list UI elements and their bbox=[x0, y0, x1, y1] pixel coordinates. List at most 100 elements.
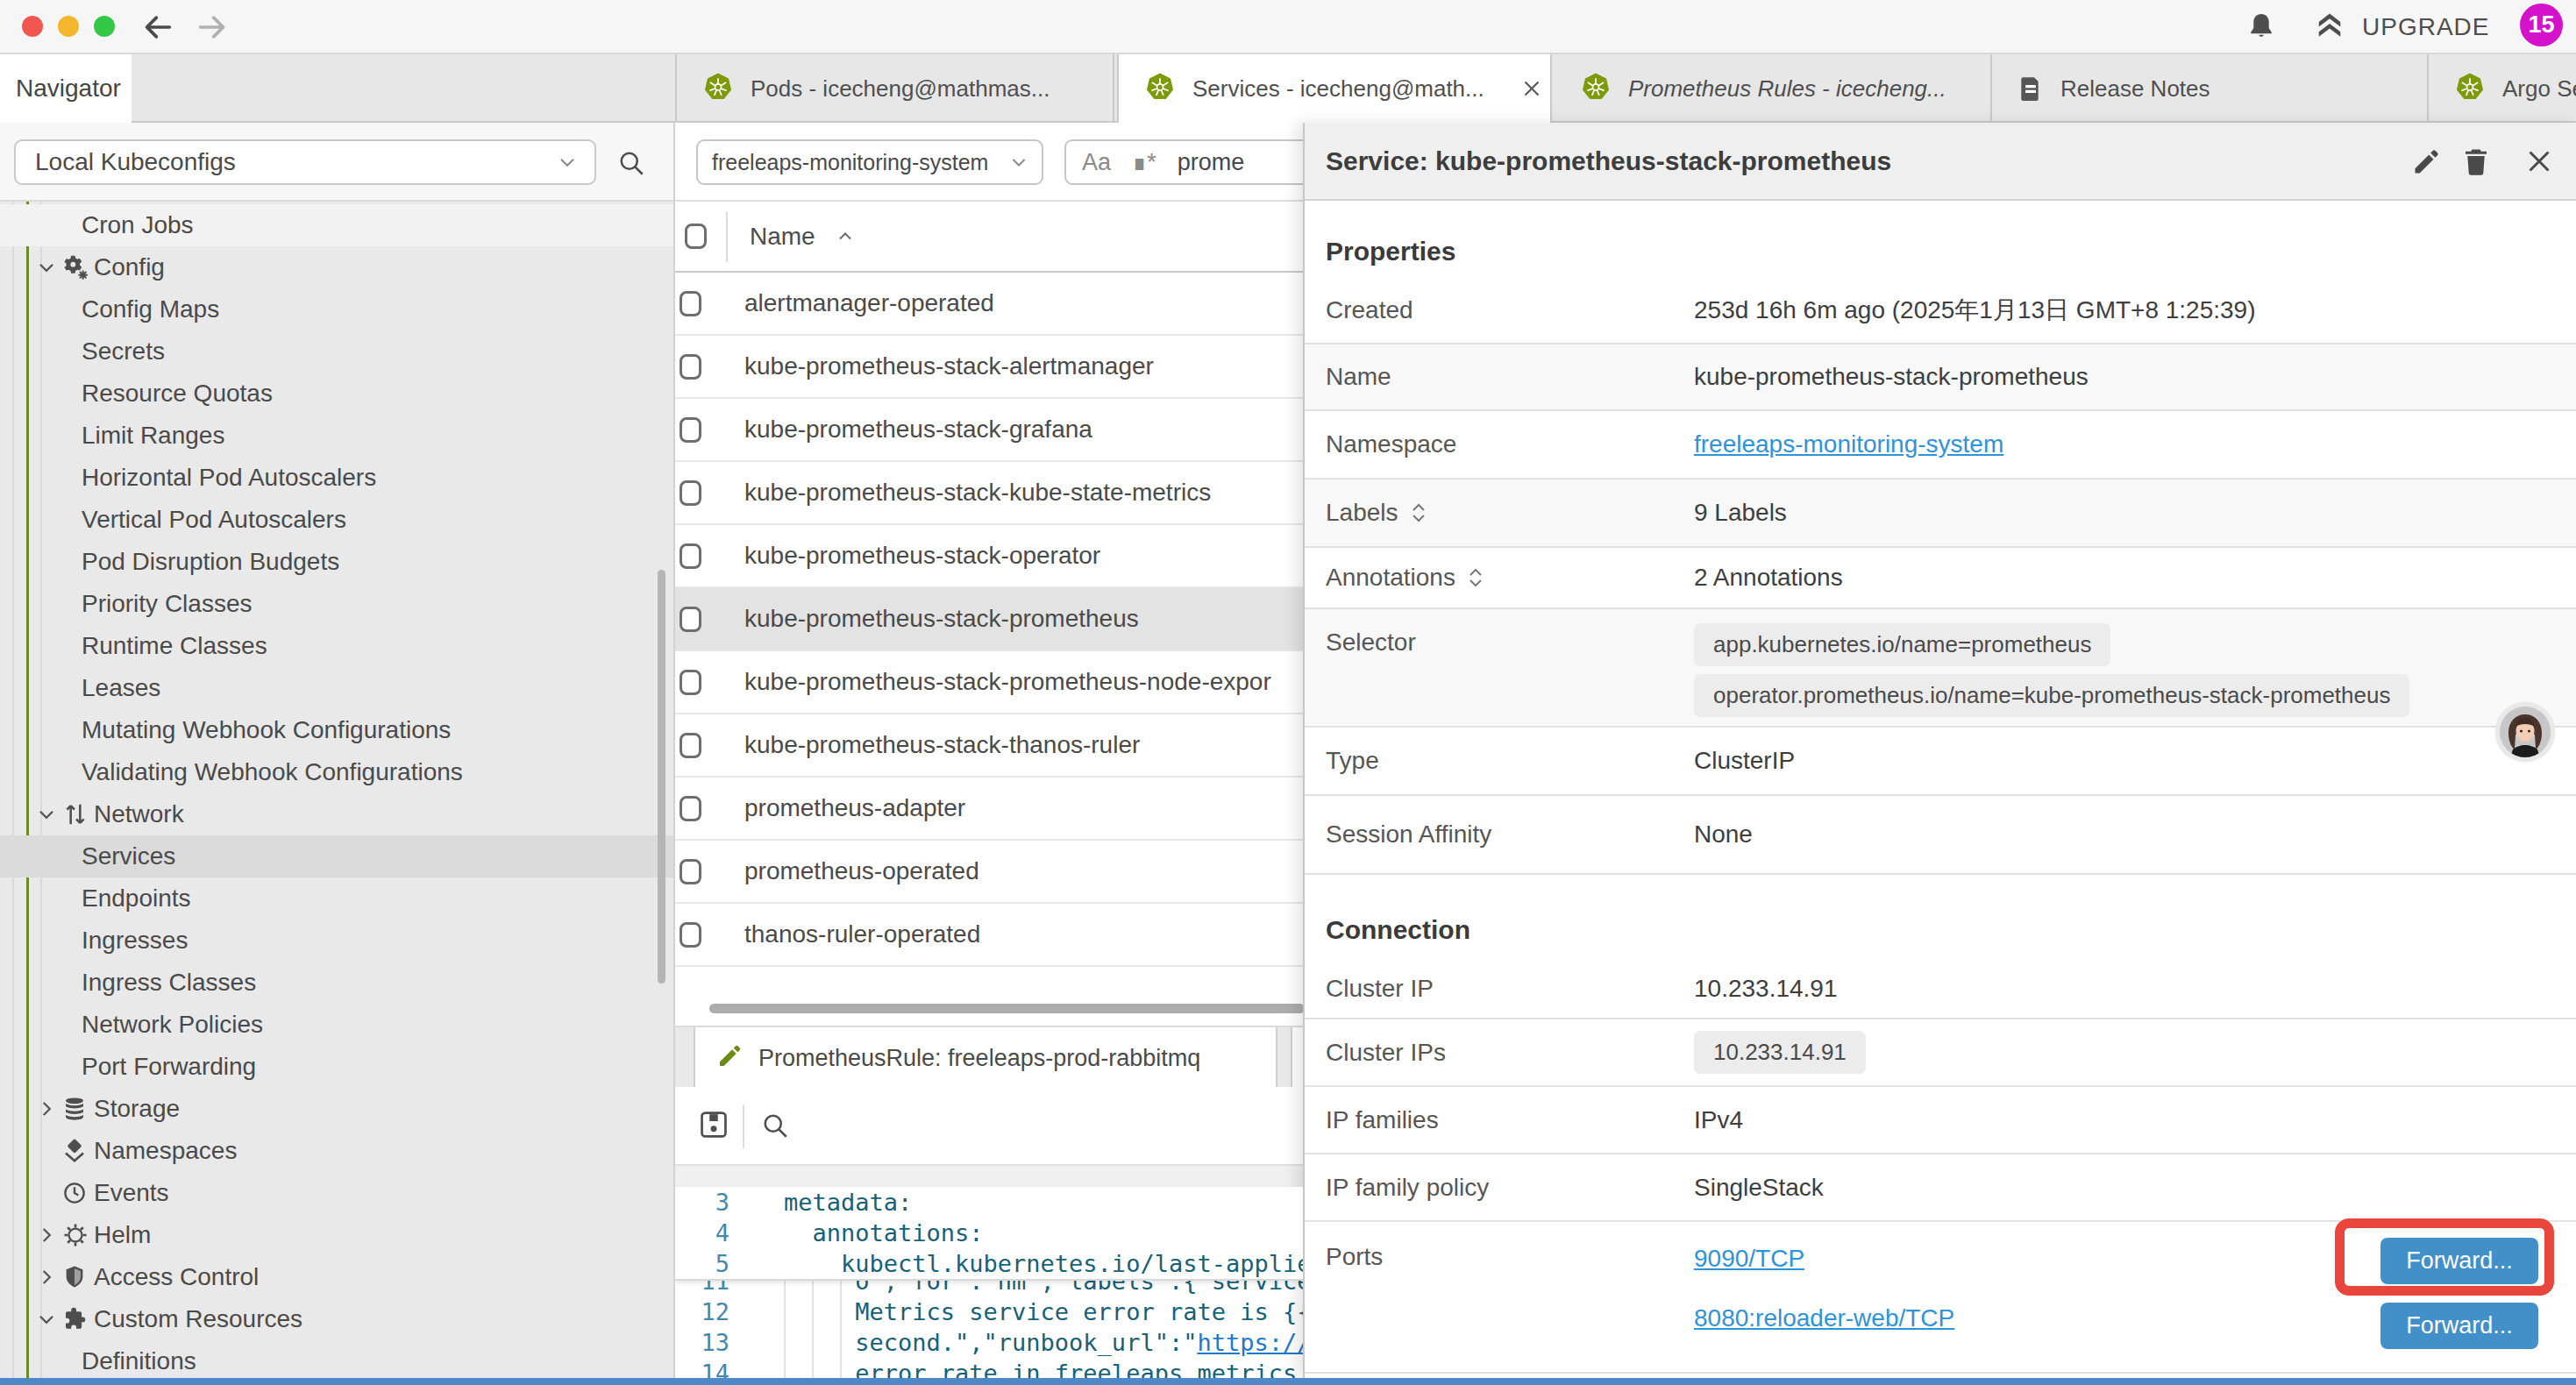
column-name[interactable]: Name bbox=[750, 223, 856, 251]
select-all-checkbox[interactable] bbox=[685, 224, 707, 249]
sidebar-item-custom-resources[interactable]: Custom Resources bbox=[0, 1298, 673, 1340]
port-9090-link[interactable]: 9090/TCP bbox=[1694, 1245, 1804, 1273]
tab-prometheus-rules[interactable]: Prometheus Rules - icecheng... bbox=[1555, 54, 1992, 123]
avatar[interactable] bbox=[2494, 701, 2556, 766]
sidebar-item-pod-disruption-budgets[interactable]: Pod Disruption Budgets bbox=[0, 541, 673, 583]
editor-search-icon[interactable] bbox=[759, 1110, 791, 1145]
chevron-right-icon[interactable] bbox=[35, 1266, 61, 1289]
sidebar-item-ingresses[interactable]: Ingresses bbox=[0, 920, 673, 962]
row-checkbox[interactable] bbox=[680, 543, 701, 569]
table-row[interactable]: thanos-ruler-operated bbox=[675, 904, 1303, 967]
sidebar-item-namespaces[interactable]: Namespaces bbox=[0, 1130, 673, 1172]
row-checkbox[interactable] bbox=[680, 733, 701, 758]
editor-tab-prometheusrule[interactable]: PrometheusRule: freeleaps-prod-rabbitmq bbox=[694, 1027, 1277, 1089]
row-checkbox[interactable] bbox=[680, 922, 701, 948]
sidebar-item-storage[interactable]: Storage bbox=[0, 1088, 673, 1130]
navigator-panel-tab[interactable]: Navigator bbox=[0, 54, 132, 123]
forward-button-8080[interactable]: Forward... bbox=[2380, 1303, 2538, 1349]
sidebar-item-port-forwarding[interactable]: Port Forwarding bbox=[0, 1046, 673, 1088]
sidebar-item-endpoints[interactable]: Endpoints bbox=[0, 877, 673, 920]
code-line: 5 kubectl.kubernetes.io/last-applied-co bbox=[675, 1248, 1303, 1279]
sidebar-item-priority-classes[interactable]: Priority Classes bbox=[0, 583, 673, 625]
save-icon[interactable] bbox=[697, 1106, 730, 1147]
table-row[interactable]: prometheus-adapter bbox=[675, 778, 1303, 841]
search-icon[interactable] bbox=[616, 147, 647, 182]
sidebar-item-resource-quotas[interactable]: Resource Quotas bbox=[0, 373, 673, 415]
sidebar-item-helm[interactable]: Helm bbox=[0, 1214, 673, 1256]
sidebar-item-events[interactable]: Events bbox=[0, 1172, 673, 1214]
table-search-input[interactable]: Aa ∎* prome bbox=[1064, 139, 1303, 185]
row-ip-family-policy: IP family policy SingleStack bbox=[1305, 1154, 2576, 1222]
namespace-link[interactable]: freeleaps-monitoring-system bbox=[1694, 430, 2003, 458]
sidebar-item-limit-ranges[interactable]: Limit Ranges bbox=[0, 415, 673, 457]
tab-argo[interactable]: Argo Se bbox=[2429, 54, 2576, 123]
minimize-window-button[interactable] bbox=[58, 16, 79, 37]
chevron-down-icon[interactable] bbox=[35, 256, 61, 279]
tab-pods[interactable]: Pods - icecheng@mathmas... bbox=[675, 54, 1114, 123]
back-icon[interactable] bbox=[140, 10, 175, 45]
edit-icon[interactable] bbox=[2411, 146, 2443, 183]
chevron-right-icon[interactable] bbox=[35, 1224, 61, 1246]
horizontal-scrollbar[interactable] bbox=[709, 1004, 1303, 1013]
row-checkbox[interactable] bbox=[680, 480, 701, 506]
sidebar-item-cron-jobs[interactable]: Cron Jobs bbox=[0, 204, 673, 246]
table-row[interactable]: kube-prometheus-stack-alertmanager bbox=[675, 336, 1303, 399]
sidebar-item-config-maps[interactable]: Config Maps bbox=[0, 288, 673, 330]
maximize-window-button[interactable] bbox=[94, 16, 115, 37]
notifications-bell-icon[interactable] bbox=[2245, 11, 2278, 47]
close-window-button[interactable] bbox=[22, 16, 43, 37]
tab-release-notes[interactable]: Release Notes bbox=[1992, 54, 2429, 123]
port-8080-link[interactable]: 8080:reloader-web/TCP bbox=[1694, 1304, 1954, 1332]
match-case-icon[interactable]: Aa bbox=[1082, 149, 1111, 176]
table-row[interactable]: prometheus-operated bbox=[675, 841, 1303, 904]
row-checkbox[interactable] bbox=[680, 417, 701, 443]
sidebar-item-config[interactable]: Config bbox=[0, 246, 673, 288]
sidebar-item-vertical-pod-autoscalers[interactable]: Vertical Pod Autoscalers bbox=[0, 499, 673, 541]
sidebar-item-mutating-webhook-configurations[interactable]: Mutating Webhook Configurations bbox=[0, 709, 673, 751]
chevron-down-icon[interactable] bbox=[35, 1308, 61, 1331]
table-row[interactable]: kube-prometheus-stack-prometheus-node-ex… bbox=[675, 651, 1303, 714]
table-row[interactable]: kube-prometheus-stack-kube-state-metrics bbox=[675, 462, 1303, 525]
upgrade-label[interactable]: UPGRADE bbox=[2362, 13, 2489, 41]
sidebar-item-services[interactable]: Services bbox=[0, 835, 673, 877]
sidebar-item-runtime-classes[interactable]: Runtime Classes bbox=[0, 625, 673, 667]
regex-icon[interactable]: ∎* bbox=[1132, 148, 1156, 176]
chevron-down-icon[interactable] bbox=[35, 803, 61, 826]
editor-tab-partial[interactable] bbox=[1291, 1027, 1303, 1089]
delete-icon[interactable] bbox=[2460, 146, 2492, 183]
sidebar-item-leases[interactable]: Leases bbox=[0, 667, 673, 709]
sidebar-item-horizontal-pod-autoscalers[interactable]: Horizontal Pod Autoscalers bbox=[0, 457, 673, 499]
row-checkbox[interactable] bbox=[680, 670, 701, 695]
tab-services-active[interactable]: Services - icecheng@math... bbox=[1117, 54, 1552, 123]
row-checkbox[interactable] bbox=[680, 354, 701, 380]
sidebar-item-network[interactable]: Network bbox=[0, 793, 673, 835]
sidebar-scrollbar[interactable] bbox=[658, 570, 665, 984]
runbook-url-link[interactable]: https://net bbox=[1197, 1329, 1303, 1356]
expand-updown-icon[interactable] bbox=[1466, 565, 1485, 591]
namespace-select[interactable]: freeleaps-monitoring-system bbox=[696, 139, 1043, 185]
upgrade-icon[interactable] bbox=[2311, 9, 2348, 49]
expand-updown-icon[interactable] bbox=[1409, 500, 1428, 526]
kubeconfig-select[interactable]: Local Kubeconfigs bbox=[14, 139, 596, 185]
close-tab-icon[interactable] bbox=[1519, 75, 1550, 102]
table-row[interactable]: kube-prometheus-stack-grafana bbox=[675, 399, 1303, 462]
yaml-editor[interactable]: 11 o","for":"nm","labels":{"service":"f … bbox=[675, 1187, 1303, 1378]
forward-icon[interactable] bbox=[195, 10, 230, 45]
sidebar-item-secrets[interactable]: Secrets bbox=[0, 330, 673, 373]
table-row[interactable]: kube-prometheus-stack-operator bbox=[675, 525, 1303, 588]
sidebar-item-network-policies[interactable]: Network Policies bbox=[0, 1004, 673, 1046]
row-checkbox[interactable] bbox=[680, 796, 701, 821]
sidebar-item-validating-webhook-configurations[interactable]: Validating Webhook Configurations bbox=[0, 751, 673, 793]
sidebar-item-definitions[interactable]: Definitions bbox=[0, 1340, 673, 1378]
table-row[interactable]: kube-prometheus-stack-prometheus bbox=[675, 588, 1303, 651]
table-row[interactable]: kube-prometheus-stack-thanos-ruler bbox=[675, 714, 1303, 778]
row-checkbox[interactable] bbox=[680, 291, 701, 316]
close-panel-icon[interactable] bbox=[2523, 146, 2555, 183]
chevron-right-icon[interactable] bbox=[35, 1097, 61, 1120]
sidebar-item-access-control[interactable]: Access Control bbox=[0, 1256, 673, 1298]
row-checkbox[interactable] bbox=[680, 859, 701, 884]
table-row[interactable]: alertmanager-operated bbox=[675, 273, 1303, 336]
notification-badge[interactable]: 15 bbox=[2520, 4, 2563, 46]
row-checkbox[interactable] bbox=[680, 607, 701, 632]
sidebar-item-ingress-classes[interactable]: Ingress Classes bbox=[0, 962, 673, 1004]
